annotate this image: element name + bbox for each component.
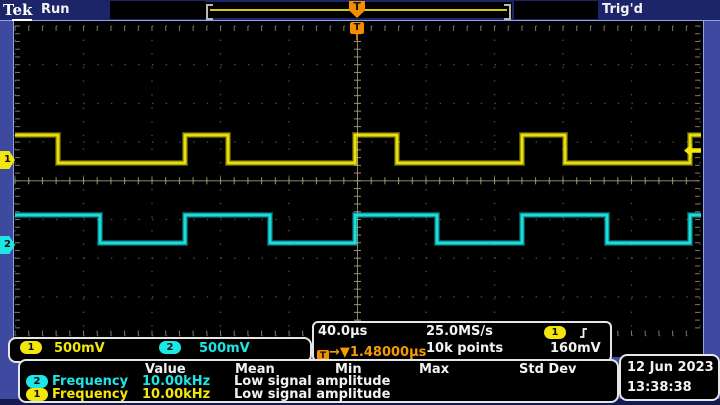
channel1-badge: 1 [26,388,48,401]
time-per-div: 40.0µs [318,324,367,339]
channel2-badge: 2 [26,375,48,388]
trigger-source-badge: 1 [544,326,566,339]
measurement-row-ch1: 1 Frequency 10.00kHz Low signal amplitud… [20,388,617,401]
time-label: 13:38:38 [627,378,718,398]
sample-rate: 25.0MS/s [426,324,493,339]
measurement-note: Low signal amplitude [234,388,390,401]
channel2-scale: 500mV [199,341,250,356]
measurement-name: Frequency [52,388,128,401]
channel1-scale: 500mV [54,341,105,356]
datetime-box: 12 Jun 2023 13:38:38 [619,354,720,401]
channel1-badge: 1 [20,341,42,354]
graticule-area [13,21,704,357]
trigger-level-value: 160mV [550,341,601,356]
measurement-table: Value Mean Min Max Std Dev 2 Frequency 1… [18,359,619,403]
trigger-point-flag-icon: T [350,22,364,34]
trigger-point-stem [356,34,358,40]
record-view-bracket-left [206,4,213,20]
tek-logo: Tek [3,1,32,19]
status-readout-blank-left [110,1,205,19]
horizontal-trigger-readout: 40.0µs 25.0MS/s 1 T→▼1.48000µs 10k point… [312,321,612,362]
acquisition-state: Run [41,2,70,17]
rising-edge-icon [578,326,591,340]
trigger-delay-value: 1.48000µs [350,345,427,360]
date-label: 12 Jun 2023 [627,358,718,378]
channel2-badge: 2 [159,341,181,354]
trigger-status-label: Trig'd [602,2,643,17]
measurement-value: 10.00kHz [142,388,210,401]
record-length: 10k points [426,341,503,356]
trigger-delay-arrows-icon: →▼ [329,345,350,360]
status-readout-blank-right [514,1,598,19]
status-bar: Tek Run Trig'd T [0,0,720,21]
record-view-bracket-right [504,4,511,20]
